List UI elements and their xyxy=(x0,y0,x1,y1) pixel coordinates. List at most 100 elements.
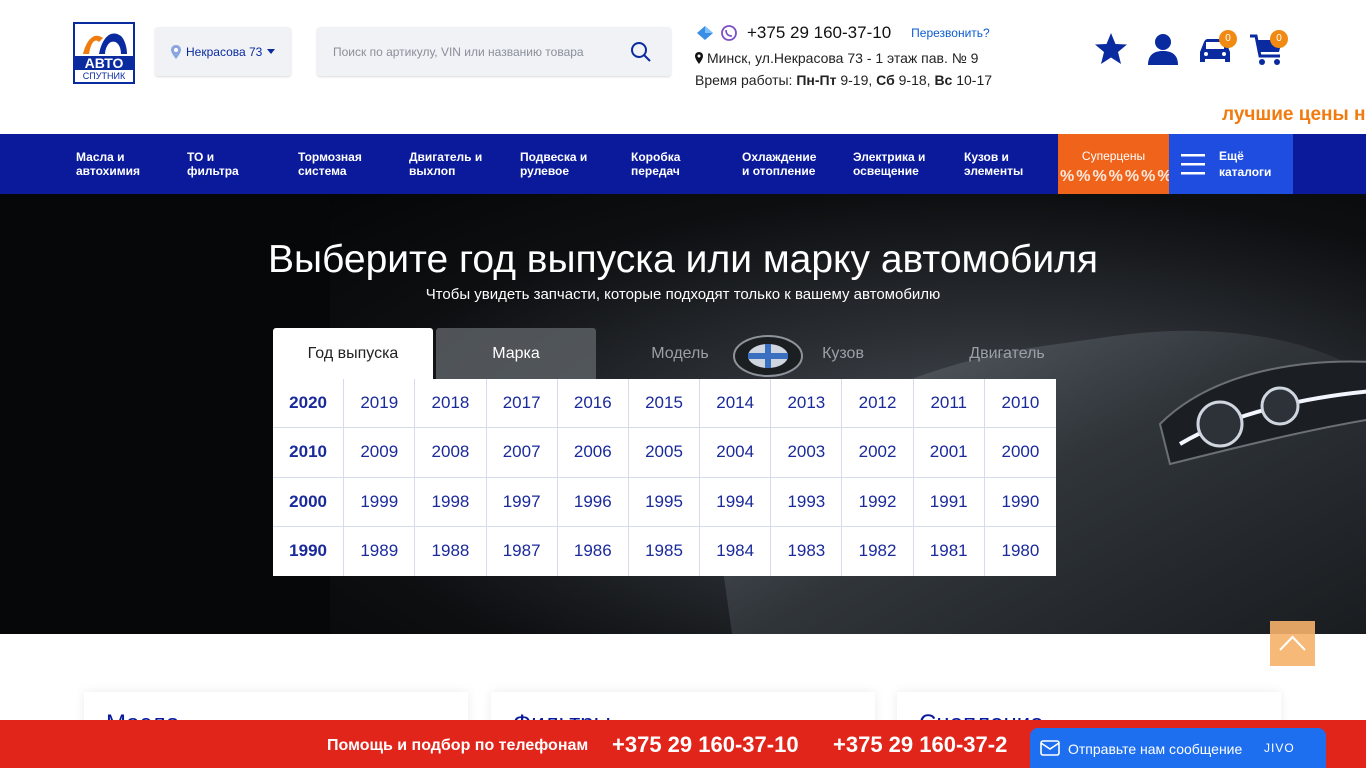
search-icon[interactable] xyxy=(629,40,653,64)
year-cell[interactable]: 1999 xyxy=(344,477,416,527)
nav-item-oils[interactable]: Масла и автохимия xyxy=(76,134,176,194)
year-cell[interactable]: 2006 xyxy=(557,428,629,478)
site-logo[interactable]: АВТО СПУТНИК xyxy=(73,22,135,84)
year-cell[interactable]: 2013 xyxy=(771,379,843,429)
favorites-star-icon[interactable] xyxy=(1092,30,1130,68)
year-cell[interactable]: 2000 xyxy=(984,428,1056,478)
jivo-logo: JIVO xyxy=(1264,741,1295,755)
year-cell[interactable]: 2003 xyxy=(771,428,843,478)
year-cell[interactable]: 1995 xyxy=(628,477,701,527)
year-cell[interactable]: 2004 xyxy=(700,428,772,478)
year-cell[interactable]: 1988 xyxy=(415,526,487,576)
hero-title: Выберите год выпуска или марку автомобил… xyxy=(267,238,1099,281)
chevron-up-icon xyxy=(1279,635,1306,651)
help-phone-2[interactable]: +375 29 160-37-2 xyxy=(833,732,1033,758)
year-cell[interactable]: 1992 xyxy=(842,477,914,527)
year-cell[interactable]: 1986 xyxy=(558,526,629,576)
tab-year[interactable]: Год выпуска xyxy=(273,328,433,379)
year-cell[interactable]: 2001 xyxy=(913,428,985,478)
hero-subtitle: Чтобы увидеть запчасти, которые подходят… xyxy=(425,286,941,303)
nav-item-gearbox[interactable]: Коробка передач xyxy=(631,134,731,194)
help-text: Помощь и подбор по телефонам xyxy=(327,737,589,754)
year-cell[interactable]: 2015 xyxy=(628,379,701,429)
year-cell[interactable]: 2012 xyxy=(842,379,914,429)
year-cell[interactable]: 1984 xyxy=(700,526,772,576)
year-grid: 2020 2019 2018 2017 2016 2015 2014 2013 2012 2011… xyxy=(273,379,1056,576)
contacts-block: +375 29 160-37-10 Перезвонить? Минск, ул… xyxy=(695,22,1055,88)
nav-item-body[interactable]: Кузов и элементы xyxy=(964,134,1064,194)
year-cell[interactable]: 2007 xyxy=(486,428,558,478)
decade-cell[interactable]: 2010 xyxy=(273,428,345,478)
year-cell[interactable]: 1987 xyxy=(487,526,558,576)
scroll-to-top-button[interactable] xyxy=(1270,621,1315,666)
year-cell[interactable]: 1997 xyxy=(486,477,558,527)
tab-engine[interactable]: Двигатель xyxy=(927,328,1087,379)
nav-item-cooling[interactable]: Охлаждение и отопление xyxy=(742,134,842,194)
year-cell[interactable]: 1985 xyxy=(629,526,701,576)
year-cell[interactable]: 1991 xyxy=(913,477,985,527)
user-account-icon[interactable] xyxy=(1144,30,1182,68)
decade-cell[interactable]: 2020 xyxy=(273,379,345,429)
logo-text-avto: АВТО xyxy=(75,56,133,70)
viber-icon[interactable] xyxy=(719,24,739,42)
year-cell[interactable]: 1998 xyxy=(415,477,487,527)
menu-icon xyxy=(1181,154,1205,175)
year-cell[interactable]: 1994 xyxy=(700,477,772,527)
nav-item-filters[interactable]: ТО и фильтра xyxy=(187,134,287,194)
search-box xyxy=(317,27,671,76)
year-cell[interactable]: 2019 xyxy=(344,379,416,429)
garage-count-badge: 0 xyxy=(1219,30,1237,48)
search-input[interactable] xyxy=(317,27,617,76)
working-hours: Время работы: Пн-Пт 9-19, Сб 9-18, Вс 10… xyxy=(695,72,993,88)
tab-model[interactable]: Модель xyxy=(600,328,760,379)
year-cell[interactable]: 1996 xyxy=(557,477,629,527)
year-cell[interactable]: 2008 xyxy=(415,428,487,478)
header-phone-link[interactable]: +375 29 160-37-10 xyxy=(747,23,891,43)
car-selector-hero: Выберите год выпуска или марку автомобил… xyxy=(0,194,1366,634)
nav-more-catalogs[interactable]: Ещё каталоги xyxy=(1169,134,1293,194)
chevron-down-icon xyxy=(267,49,276,54)
promo-ticker: лучшие цены н xyxy=(1222,104,1366,125)
nav-item-engine[interactable]: Двигатель и выхлоп xyxy=(409,134,509,194)
messenger-icon[interactable] xyxy=(695,24,715,42)
year-cell[interactable]: 2014 xyxy=(700,379,772,429)
year-cell[interactable]: 1981 xyxy=(914,526,985,576)
year-cell[interactable]: 1982 xyxy=(842,526,914,576)
year-cell[interactable]: 2005 xyxy=(628,428,701,478)
year-cell[interactable]: 1993 xyxy=(771,477,843,527)
logo-mark-icon xyxy=(83,33,127,54)
chat-widget-button[interactable]: Отправьте нам сообщение JIVO xyxy=(1030,728,1326,768)
logo-text-sputnik: СПУТНИК xyxy=(82,71,126,81)
year-cell[interactable]: 2011 xyxy=(913,379,985,429)
year-cell[interactable]: 2009 xyxy=(344,428,416,478)
decade-cell[interactable]: 1990 xyxy=(273,526,345,576)
year-cell[interactable]: 1980 xyxy=(985,527,1056,576)
year-cell[interactable]: 2010 xyxy=(984,379,1056,429)
map-pin-icon xyxy=(171,44,181,59)
chat-label: Отправьте нам сообщение xyxy=(1068,741,1243,757)
envelope-icon xyxy=(1040,740,1060,756)
year-cell[interactable]: 1983 xyxy=(771,526,843,576)
nav-item-suspension[interactable]: Подвеска и рулевое xyxy=(520,134,620,194)
location-selector[interactable]: Некрасова 73 xyxy=(155,27,291,76)
decade-cell[interactable]: 2000 xyxy=(273,477,345,527)
tab-body[interactable]: Кузов xyxy=(763,328,923,379)
year-cell[interactable]: 1990 xyxy=(984,478,1056,527)
year-cell[interactable]: 2018 xyxy=(415,379,487,429)
year-cell[interactable]: 1989 xyxy=(344,526,416,576)
help-phone-1[interactable]: +375 29 160-37-10 xyxy=(612,732,799,758)
year-cell[interactable]: 2016 xyxy=(557,379,629,429)
address-text: Минск, ул.Некрасова 73 - 1 этаж пав. № 9 xyxy=(707,50,979,66)
year-cell[interactable]: 2017 xyxy=(486,379,558,429)
percent-pattern: %%%%%%% xyxy=(1060,168,1169,185)
car-headlight-image xyxy=(1158,360,1366,466)
tab-brand[interactable]: Марка xyxy=(436,328,596,379)
nav-item-brakes[interactable]: Тормозная система xyxy=(298,134,398,194)
header-actions: 0 0 xyxy=(1092,30,1292,70)
callback-link[interactable]: Перезвонить? xyxy=(911,26,990,40)
nav-super-prices[interactable]: Суперцены %%%%%%% xyxy=(1058,134,1169,194)
nav-item-electrics[interactable]: Электрика и освещение xyxy=(853,134,953,194)
year-cell[interactable]: 2002 xyxy=(842,428,914,478)
site-header: АВТО СПУТНИК Некрасова 73 +375 29 160-37… xyxy=(0,0,1366,134)
catalog-nav: Масла и автохимия ТО и фильтра Тормозная си… xyxy=(0,134,1366,194)
